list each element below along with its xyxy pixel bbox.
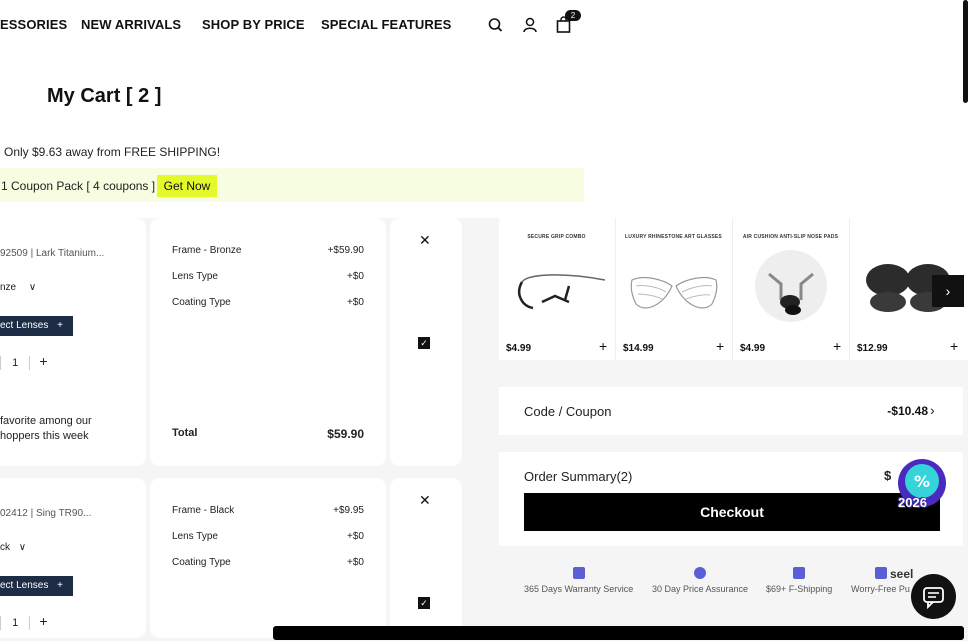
add-to-cart-plus-icon[interactable]: + [716,338,724,354]
qty-value: 1 [12,617,19,629]
plus-icon: + [57,580,63,591]
rec-product-price: $14.99 [623,343,654,354]
warranty-label: 365 Days Warranty Service [524,584,634,594]
code-coupon-label: Code / Coupon [524,404,612,419]
nav-shop-by-price[interactable]: SHOP BY PRICE [202,17,305,32]
qty-value: 1 [12,357,19,369]
search-icon[interactable] [487,16,505,34]
page-title: My Cart [ 2 ] [47,85,162,107]
cart-item-1-name[interactable]: 92509 | Lark Titanium... [0,248,104,259]
coating-type-label: Coating Type [172,557,231,568]
total-label: Total [172,427,198,439]
nav-special-features[interactable]: SPECIAL FEATURES [321,17,451,32]
cart-item-2-select-lenses-button[interactable]: ect Lenses + [0,576,73,596]
chevron-right-icon: › [945,283,951,299]
total-value: $59.90 [327,427,364,441]
promo-badge-year: 2026 [898,495,927,510]
chat-icon [923,587,944,610]
rec-product-3[interactable]: AIR CUSHION ANTI-SLIP NOSE PADS $4.99 + [733,218,848,360]
warranty-icon [573,567,585,579]
rec-product-1[interactable]: SECURE GRIP COMBO $4.99 + [499,218,614,360]
free-shipping-message: Only $9.63 away from FREE SHIPPING! [4,145,221,159]
rec-product-price: $4.99 [740,343,766,354]
chevron-down-icon: ∨ [18,542,27,553]
vertical-scrollbar[interactable] [963,0,968,103]
promo-floating-badge[interactable]: % 2026 [892,457,948,517]
coating-type-price: +$0 [347,297,364,308]
cart-item-1-qty-stepper[interactable]: 1 + [0,353,48,371]
rec-product-title: LUXURY RHINESTONE ART GLASSES [625,234,722,240]
nav-new-arrivals[interactable]: NEW ARRIVALS [81,17,181,32]
seel-logo-text: seel [890,567,914,581]
shipping-truck-icon [793,567,805,579]
cart-item-1-color-select[interactable]: nze ∨ [0,282,36,293]
rec-product-price: $4.99 [506,343,532,354]
seel-logo-icon [875,567,887,579]
rec-product-image [755,250,827,322]
nav-accessories[interactable]: ESSORIES [0,17,67,32]
rec-product-image [517,274,606,310]
frame-price: +$9.95 [333,505,364,516]
remove-item-1-close-icon[interactable]: ✕ [419,232,431,249]
frame-label: Frame - Black [172,505,235,516]
lens-type-price: +$0 [347,531,364,542]
color-value: nze [0,282,17,293]
cart-item-2-checkbox[interactable]: ✓ [418,597,430,609]
checkout-button[interactable]: Checkout [524,493,940,531]
add-to-cart-plus-icon[interactable]: + [950,338,958,354]
cart-item-2-color-select[interactable]: ck ∨ [0,542,26,553]
frame-label: Frame - Bronze [172,245,242,256]
coating-type-price: +$0 [347,557,364,568]
price-assurance-icon [694,567,706,579]
worry-free-label: Worry-Free Pu [851,584,910,594]
chevron-right-icon: › [930,402,935,418]
coupon-discount-value: -$10.48 [887,404,928,418]
svg-text:%: % [914,472,930,491]
cart-item-1-note: favorite among our hoppers this week [0,415,92,442]
order-summary-value: $ [884,468,892,483]
select-lenses-label: ect Lenses [0,580,49,591]
lens-type-price: +$0 [347,271,364,282]
qty-plus-icon[interactable]: + [39,613,47,629]
cart-item-1-select-lenses-button[interactable]: ect Lenses + [0,316,73,336]
rec-product-title: AIR CUSHION ANTI-SLIP NOSE PADS [742,234,839,240]
rec-product-image [630,276,718,309]
rec-product-2[interactable]: LUXURY RHINESTONE ART GLASSES $14.99 + [616,218,731,360]
rec-product-title: SECURE GRIP COMBO [527,234,586,240]
frame-price: +$59.90 [327,245,364,256]
order-summary-label[interactable]: Order Summary(2) [524,469,632,484]
add-to-cart-plus-icon[interactable]: + [833,338,841,354]
add-to-cart-plus-icon[interactable]: + [599,338,607,354]
horizontal-scrollbar[interactable] [273,626,964,640]
cart-item-2-qty-stepper[interactable]: 1 + [0,613,48,631]
price-assurance-label: 30 Day Price Assurance [652,584,749,594]
account-icon[interactable] [521,16,539,34]
lens-type-label: Lens Type [172,531,218,542]
remove-item-2-close-icon[interactable]: ✕ [419,492,431,509]
cart-count-badge: 2 [565,10,581,21]
free-shipping-label: $69+ F-Shipping [766,584,833,594]
rec-product-price: $12.99 [857,343,888,354]
carousel-next-button[interactable]: › [932,275,964,307]
chevron-down-icon: ∨ [28,282,37,293]
coupon-pack-text: 1 Coupon Pack [ 4 coupons ] [1,179,156,193]
cart-item-2-name[interactable]: 02412 | Sing TR90... [0,508,91,519]
lens-type-label: Lens Type [172,271,218,282]
coating-type-label: Coating Type [172,297,231,308]
cart-item-1-checkbox[interactable]: ✓ [418,337,430,349]
qty-plus-icon[interactable]: + [39,353,47,369]
get-now-button[interactable]: Get Now [157,175,217,197]
plus-icon: + [57,320,63,331]
select-lenses-label: ect Lenses [0,320,49,331]
color-value: ck [0,542,10,553]
chat-support-button[interactable] [911,574,956,619]
